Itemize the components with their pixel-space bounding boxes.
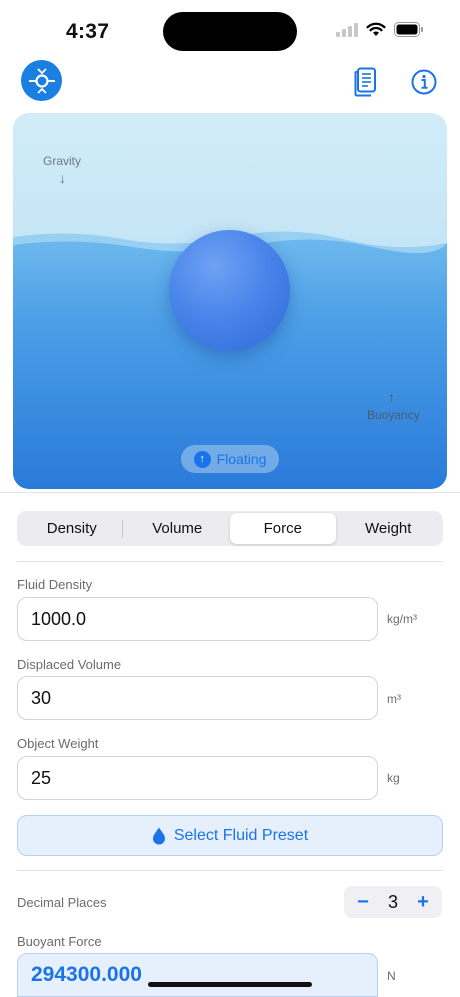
buoyancy-arrow-icon: ↑ xyxy=(388,389,395,405)
status-badge: ↑ Floating xyxy=(181,445,279,473)
displaced-volume-field[interactable] xyxy=(17,676,378,720)
drop-icon xyxy=(152,827,165,844)
displaced-volume-unit: m³ xyxy=(387,692,401,706)
dynamic-island xyxy=(163,12,297,51)
tab-density[interactable]: Density xyxy=(19,513,125,544)
select-fluid-preset-label: Select Fluid Preset xyxy=(173,826,309,844)
tab-weight[interactable]: Weight xyxy=(336,513,442,544)
status-time: 4:37 xyxy=(66,20,110,43)
divider xyxy=(17,870,443,871)
battery-icon xyxy=(394,22,424,37)
calculation-mode-picker: Density Volume Force Weight xyxy=(17,511,443,546)
wifi-icon xyxy=(366,22,386,37)
gravity-label: Gravity xyxy=(43,154,82,168)
select-fluid-preset-button[interactable]: Select Fluid Preset xyxy=(17,815,443,856)
nav-bar xyxy=(0,60,460,104)
fluid-density-label: Fluid Density xyxy=(17,577,93,592)
gravity-arrow-icon: ↓ xyxy=(59,170,66,186)
buoyancy-label: Buoyancy xyxy=(367,408,420,422)
decrement-button[interactable]: − xyxy=(354,891,372,914)
decimal-places-label: Decimal Places xyxy=(17,895,107,910)
increment-button[interactable]: + xyxy=(414,891,432,914)
divider xyxy=(17,561,443,562)
app-logo-icon[interactable] xyxy=(21,60,62,101)
decimal-places-value: 3 xyxy=(387,891,398,912)
displaced-volume-label: Displaced Volume xyxy=(17,657,122,672)
tab-force[interactable]: Force xyxy=(230,513,336,544)
info-icon xyxy=(411,69,437,95)
buoyant-force-unit: N xyxy=(387,969,396,983)
status-icons xyxy=(336,22,424,37)
status-badge-label: Floating xyxy=(216,451,267,467)
buoyant-force-label: Buoyant Force xyxy=(17,934,102,949)
object-weight-field[interactable] xyxy=(17,756,378,800)
info-button[interactable] xyxy=(408,66,440,98)
floating-object xyxy=(169,230,290,351)
arrow-up-circle-icon: ↑ xyxy=(193,450,211,468)
home-indicator xyxy=(148,982,312,987)
fluid-density-unit: kg/m³ xyxy=(387,612,417,626)
cellular-signal-icon xyxy=(336,22,358,37)
simulation-view: Gravity ↓ ↑ Buoyancy ↑ Floating xyxy=(13,113,447,489)
divider xyxy=(122,520,123,538)
documentation-button[interactable] xyxy=(350,64,382,100)
object-weight-unit: kg xyxy=(387,771,400,785)
divider xyxy=(0,492,460,493)
tab-volume[interactable]: Volume xyxy=(125,513,231,544)
buoyant-force-result: 294300.000 xyxy=(17,953,378,997)
decimal-places-stepper: − 3 + xyxy=(344,886,442,918)
fluid-density-field[interactable] xyxy=(17,597,378,641)
book-icon xyxy=(354,67,376,97)
status-bar: 4:37 xyxy=(0,0,460,62)
object-weight-label: Object Weight xyxy=(17,736,99,751)
